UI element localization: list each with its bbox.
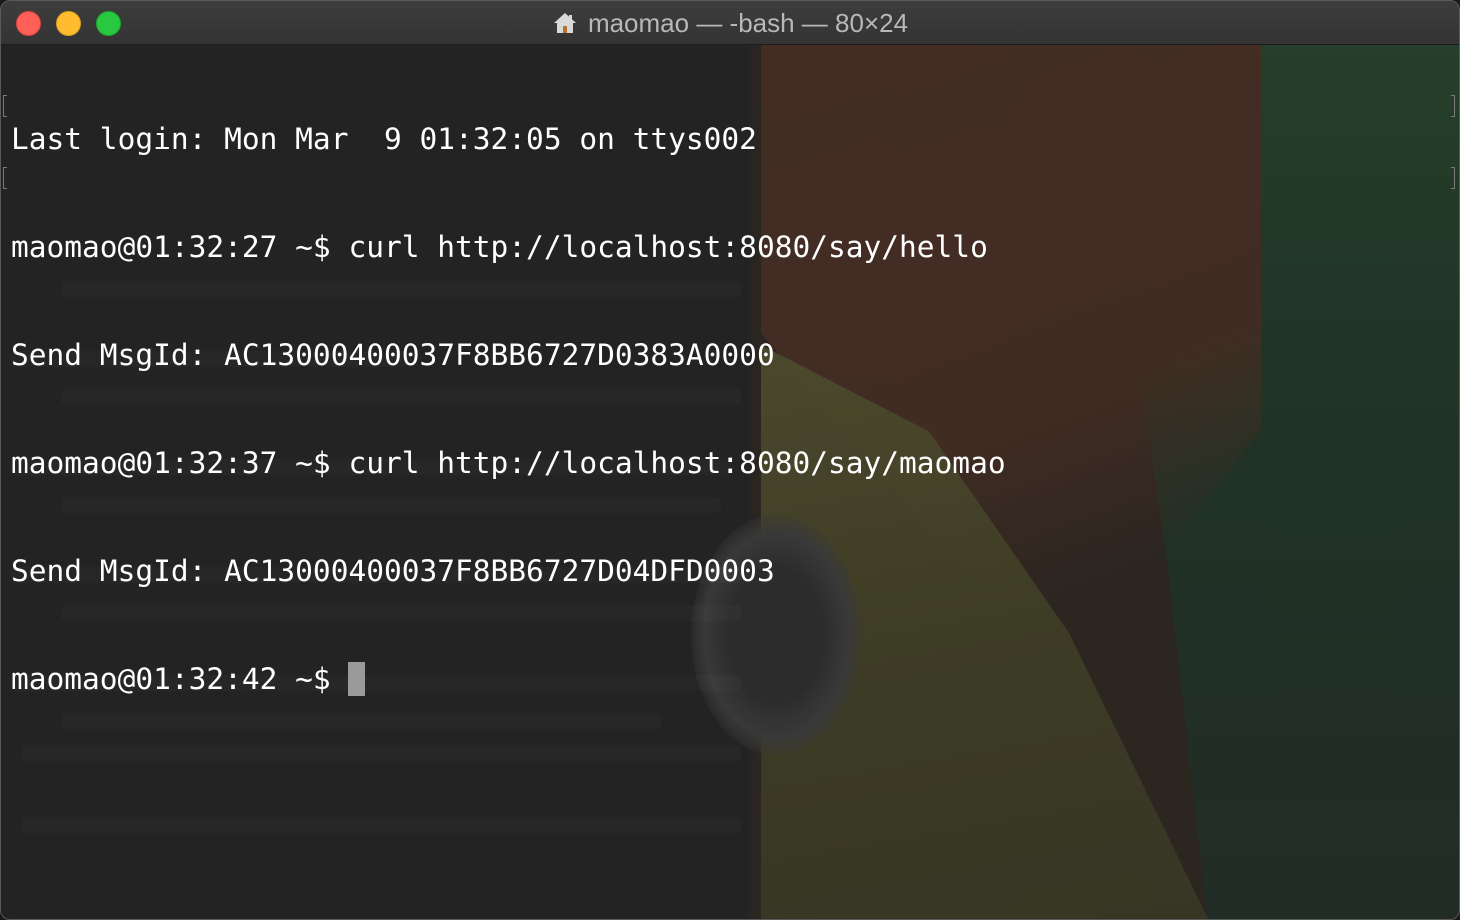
terminal-output[interactable]: Last login: Mon Mar 9 01:32:05 on ttys00… [11,49,1006,769]
mark-bracket-right [1451,95,1455,117]
shell-prompt: maomao@01:32:42 ~$ [11,662,349,696]
text-cursor [348,662,366,696]
window-title: maomao — -bash — 80×24 [587,7,909,38]
title-bar[interactable]: maomao — -bash — 80×24 [1,1,1459,45]
window-title-group: maomao — -bash — 80×24 [1,1,1459,45]
mark-bracket-right [1451,167,1455,189]
terminal-line: Send MsgId: AC13000400037F8BB6727D0383A0… [11,338,775,372]
terminal-window: maomao — -bash — 80×24 Last login: Mon M… [0,0,1460,920]
terminal-view[interactable]: Last login: Mon Mar 9 01:32:05 on ttys00… [1,45,1459,919]
mark-bracket-left [3,167,7,189]
terminal-line: Last login: Mon Mar 9 01:32:05 on ttys00… [11,122,757,156]
terminal-line: maomao@01:32:27 ~$ curl http://localhost… [11,230,988,264]
terminal-line: Send MsgId: AC13000400037F8BB6727D04DFD0… [11,554,775,588]
home-icon [552,10,578,36]
terminal-line: maomao@01:32:37 ~$ curl http://localhost… [11,446,1006,480]
prompt-line[interactable]: maomao@01:32:42 ~$ [11,661,1006,697]
mark-bracket-left [3,95,7,117]
